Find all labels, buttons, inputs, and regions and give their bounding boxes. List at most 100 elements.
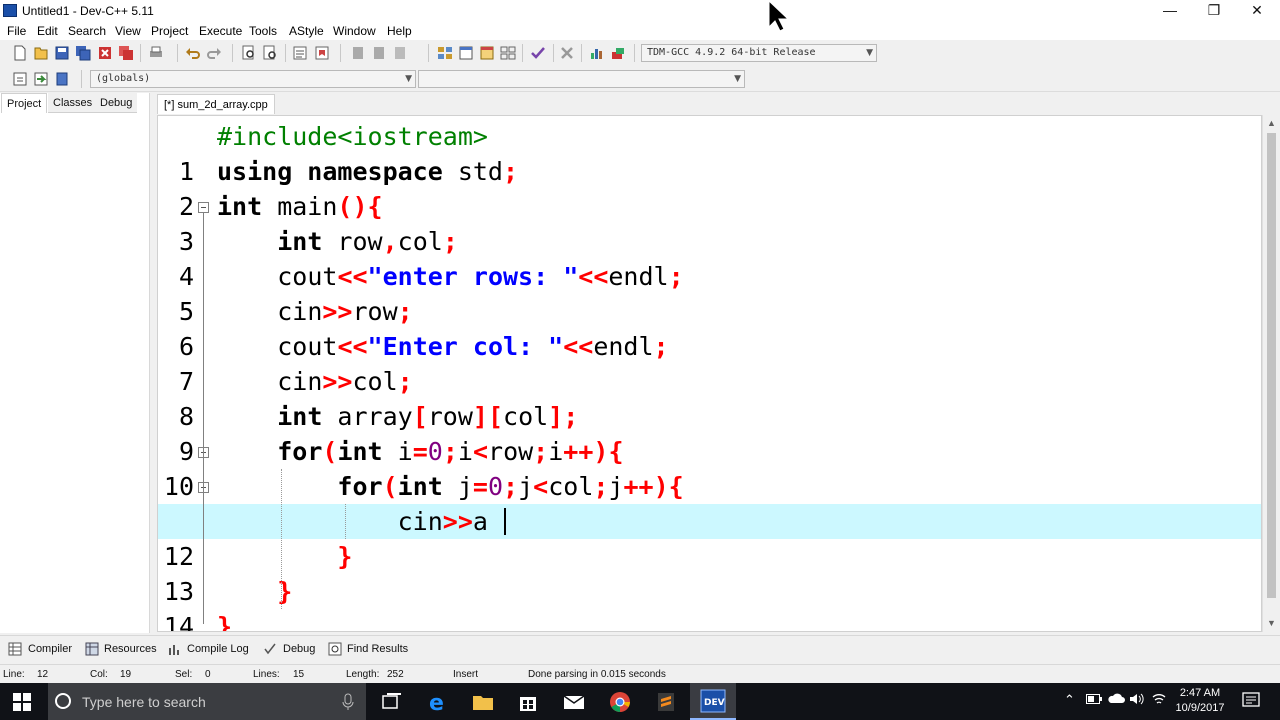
menu-astyle[interactable]: AStyle xyxy=(289,24,324,38)
print-icon[interactable] xyxy=(147,44,165,62)
goto-line-icon[interactable] xyxy=(291,44,309,62)
code-token: using namespace xyxy=(217,157,443,186)
rebuild-all-icon[interactable] xyxy=(499,44,517,62)
menu-help[interactable]: Help xyxy=(387,24,412,38)
scroll-down-icon[interactable]: ▼ xyxy=(1263,615,1280,632)
menu-search[interactable]: Search xyxy=(68,24,106,38)
indent-icon[interactable] xyxy=(349,44,367,62)
menu-view[interactable]: View xyxy=(115,24,141,38)
bookmark-icon[interactable] xyxy=(313,44,331,62)
action-center-icon[interactable] xyxy=(1242,691,1260,712)
redo-icon[interactable] xyxy=(205,44,223,62)
code-token: ++){ xyxy=(623,472,684,501)
code-token: row xyxy=(352,297,398,326)
goto-declaration-icon[interactable] xyxy=(32,70,50,88)
devcpp-taskbar-button[interactable]: DEV xyxy=(690,683,736,720)
store-icon[interactable] xyxy=(515,689,541,715)
save-all-icon[interactable] xyxy=(74,44,92,62)
find-icon[interactable] xyxy=(240,44,258,62)
tab-debug[interactable]: Debug xyxy=(95,93,138,113)
code-editor[interactable]: 1 #include<iostream> 2 using namespace s… xyxy=(157,115,1262,632)
close-all-icon[interactable] xyxy=(117,44,135,62)
sublime-text-icon[interactable] xyxy=(653,689,679,715)
code-token: col xyxy=(397,227,443,256)
editor-file-tab[interactable]: [*] sum_2d_array.cpp xyxy=(157,94,275,114)
tab-classes[interactable]: Classes xyxy=(48,93,98,113)
show-hidden-icons-icon[interactable]: ⌃ xyxy=(1064,692,1075,708)
code-token: < xyxy=(533,472,549,501)
scope-select[interactable]: (globals) ▼ xyxy=(90,70,416,88)
wifi-icon[interactable] xyxy=(1151,692,1167,709)
chrome-icon[interactable] xyxy=(607,689,633,715)
debug-icon[interactable] xyxy=(609,44,627,62)
menu-execute[interactable]: Execute xyxy=(199,24,242,38)
scrollbar-thumb[interactable] xyxy=(1267,133,1276,598)
code-token: ; xyxy=(593,472,609,501)
code-token: int xyxy=(337,437,383,466)
taskbar-search-box[interactable]: Type here to search xyxy=(48,683,366,720)
tab-project[interactable]: Project xyxy=(1,93,48,113)
onedrive-icon[interactable] xyxy=(1107,692,1125,707)
devcpp-app-icon xyxy=(3,4,17,17)
menu-tools[interactable]: Tools xyxy=(249,24,277,38)
tab-compiler[interactable]: Compiler xyxy=(8,640,72,658)
windows-taskbar: Type here to search e DEV ⌃ 2:47 AM 10/9… xyxy=(0,683,1280,720)
code-line: 5 cout<<"enter rows: "<<endl; xyxy=(158,259,1261,326)
clock-time: 2:47 AM xyxy=(1179,687,1221,699)
new-file-icon[interactable] xyxy=(11,44,29,62)
menu-file[interactable]: File xyxy=(7,24,26,38)
tab-find-results[interactable]: Find Results xyxy=(328,640,408,658)
close-file-icon[interactable] xyxy=(96,44,114,62)
run-icon[interactable] xyxy=(457,44,475,62)
svg-text:DEV: DEV xyxy=(704,698,725,708)
status-bar: Line: 12 Col: 19 Sel: 0 Lines: 15 Length… xyxy=(0,664,1280,683)
edge-browser-icon[interactable]: e xyxy=(425,689,451,716)
status-length-label: Length: xyxy=(346,669,380,680)
stop-execution-icon[interactable] xyxy=(558,44,576,62)
compiler-select[interactable]: TDM-GCC 4.9.2 64-bit Release ▼ xyxy=(641,44,877,62)
code-token: for xyxy=(337,472,383,501)
open-project-icon[interactable] xyxy=(32,44,50,62)
tab-debug-bottom[interactable]: Debug xyxy=(263,640,315,658)
windows-start-icon[interactable] xyxy=(12,692,32,712)
profile-chart-icon[interactable] xyxy=(588,44,606,62)
save-icon[interactable] xyxy=(53,44,71,62)
taskbar-clock[interactable]: 2:47 AM 10/9/2017 xyxy=(1172,686,1228,716)
code-token: cout xyxy=(277,262,338,291)
microphone-icon[interactable] xyxy=(342,693,354,711)
minimize-button[interactable]: — xyxy=(1148,0,1192,22)
task-view-icon[interactable] xyxy=(378,689,404,715)
menu-window[interactable]: Window xyxy=(333,24,376,38)
goto-definition-icon[interactable] xyxy=(53,70,71,88)
undo-icon[interactable] xyxy=(184,44,202,62)
code-token: ; xyxy=(668,262,684,291)
tab-label: Debug xyxy=(283,643,316,655)
scroll-up-icon[interactable]: ▲ xyxy=(1263,115,1280,132)
code-line-current: 12 cin>>a xyxy=(158,504,1261,571)
tab-resources[interactable]: Resources xyxy=(85,640,157,658)
close-button[interactable]: ✕ xyxy=(1235,0,1279,22)
bottom-panel-tabs: Compiler Resources Compile Log Debug Fin… xyxy=(0,635,1280,661)
restore-button[interactable]: ❐ xyxy=(1192,0,1236,22)
code-token: col xyxy=(548,472,594,501)
replace-icon[interactable] xyxy=(261,44,279,62)
insert-icon[interactable] xyxy=(11,70,29,88)
compile-run-icon[interactable] xyxy=(478,44,496,62)
unindent-icon[interactable] xyxy=(370,44,388,62)
syntax-check-icon[interactable] xyxy=(529,44,547,62)
file-explorer-icon[interactable] xyxy=(470,689,496,715)
code-token: ; xyxy=(397,367,413,396)
battery-icon[interactable] xyxy=(1086,692,1102,707)
status-col-value: 19 xyxy=(120,669,132,680)
mail-icon[interactable] xyxy=(561,689,587,715)
compile-icon[interactable] xyxy=(436,44,454,62)
volume-icon[interactable] xyxy=(1129,692,1145,709)
grid-icon xyxy=(8,642,22,656)
menu-project[interactable]: Project xyxy=(151,24,188,38)
vertical-scrollbar[interactable]: ▲ ▼ xyxy=(1262,115,1279,632)
code-line: 8 cin>>col; xyxy=(158,364,1261,431)
toggle-comment-icon[interactable] xyxy=(391,44,409,62)
tab-compile-log[interactable]: Compile Log xyxy=(167,640,249,658)
menu-edit[interactable]: Edit xyxy=(37,24,58,38)
member-select[interactable]: ▼ xyxy=(418,70,745,88)
